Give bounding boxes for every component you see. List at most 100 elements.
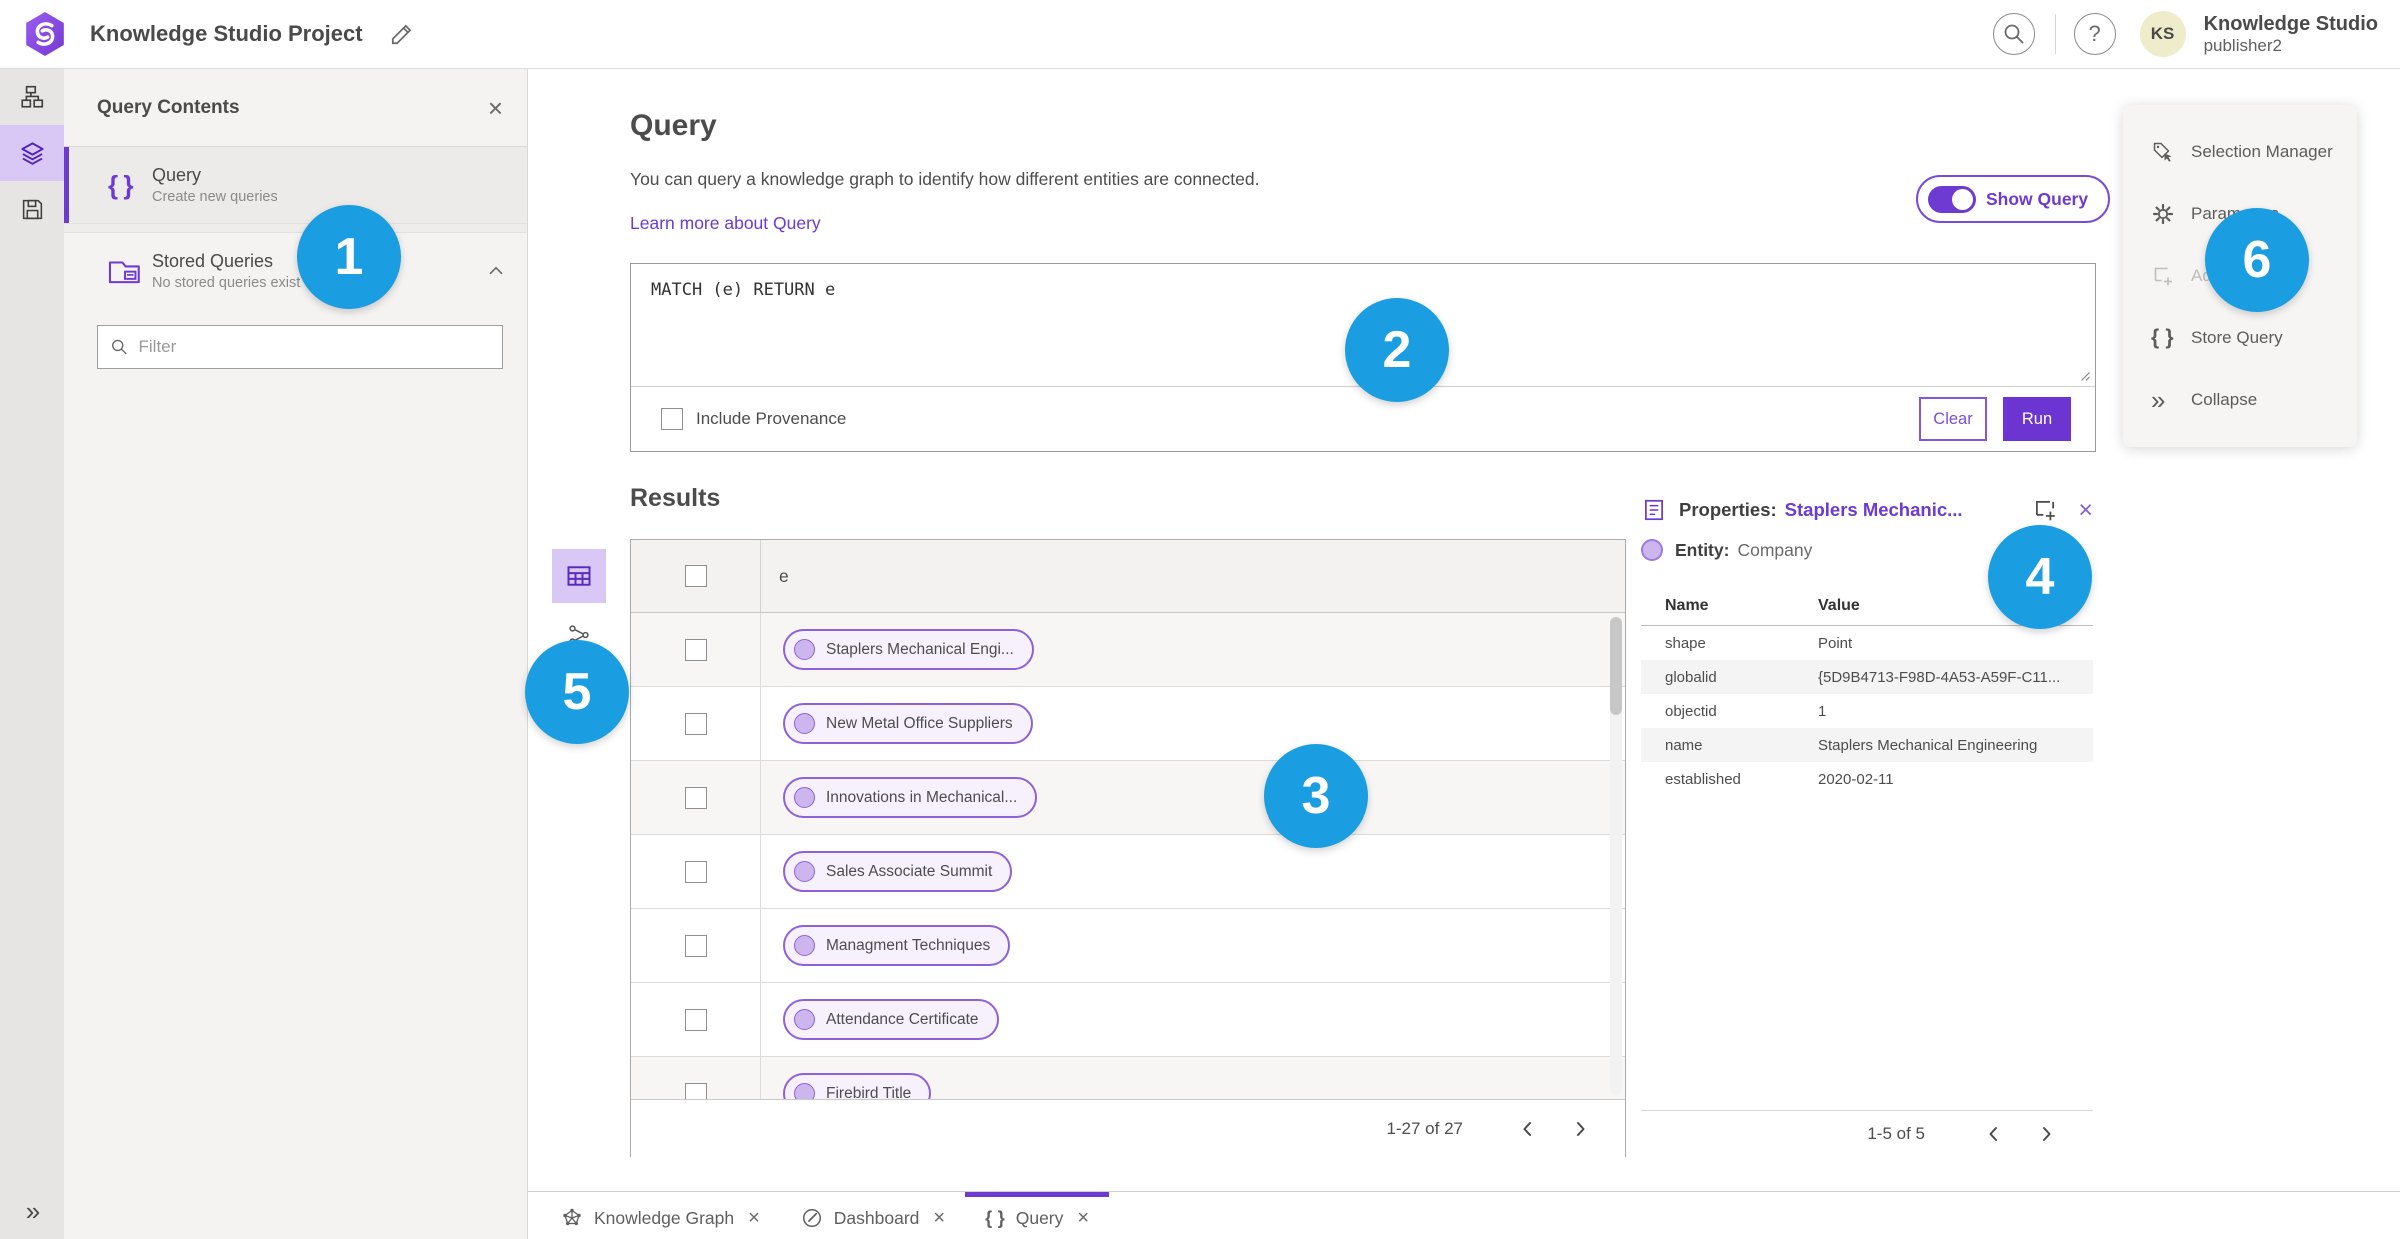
dashboard-icon: [802, 1208, 821, 1228]
entity-chip[interactable]: Innovations in Mechanical...: [783, 777, 1038, 818]
callout-badge-5: 5: [525, 640, 629, 744]
table-row: Firebird Title: [631, 1057, 1625, 1099]
chevron-right-icon: [1577, 1121, 1585, 1136]
search-button[interactable]: [1992, 13, 2035, 55]
prop-col-name: Name: [1665, 597, 1709, 614]
entity-chip[interactable]: Firebird Title: [783, 1073, 932, 1099]
braces-icon: { }: [985, 1207, 1006, 1228]
row-checkbox[interactable]: [684, 786, 707, 809]
entity-dot-icon: [794, 935, 815, 956]
close-panel-icon[interactable]: ×: [488, 95, 503, 121]
row-checkbox[interactable]: [684, 934, 707, 957]
results-range-text: 1-27 of 27: [1386, 1118, 1463, 1138]
row-checkbox[interactable]: [684, 1082, 707, 1099]
stored-queries-label: Stored Queries: [152, 251, 274, 271]
tab-query[interactable]: { } Query ×: [965, 1192, 1110, 1239]
save-icon: [22, 199, 42, 219]
results-prev-button[interactable]: [1511, 1112, 1545, 1146]
entity-chip[interactable]: New Metal Office Suppliers: [783, 703, 1033, 744]
contents-item-query[interactable]: { } Query Create new queries: [64, 147, 527, 223]
properties-pagination: 1-5 of 5: [1641, 1110, 2093, 1157]
close-tab-icon[interactable]: ×: [933, 1207, 945, 1230]
callout-badge-2: 2: [1345, 298, 1449, 402]
chevron-right-icon: [2043, 1127, 2051, 1141]
query-page-title: Query: [630, 109, 717, 142]
scrollbar-thumb[interactable]: [1610, 617, 1622, 715]
chevron-up-icon[interactable]: [485, 260, 507, 282]
menu-item-collapse[interactable]: » Collapse: [2123, 369, 2357, 431]
row-checkbox[interactable]: [684, 1008, 707, 1031]
include-provenance-checkbox[interactable]: [661, 408, 683, 430]
show-query-toggle[interactable]: Show Query: [1916, 175, 2111, 223]
menu-item-store-query[interactable]: { } Store Query: [2123, 307, 2357, 369]
results-next-button[interactable]: [1563, 1112, 1597, 1146]
learn-more-link[interactable]: Learn more about Query: [630, 213, 821, 234]
edit-title-icon[interactable]: [389, 21, 415, 47]
hierarchy-icon: [21, 85, 44, 108]
entity-dot-icon: [794, 787, 815, 808]
property-row: objectid 1: [1665, 702, 1827, 720]
property-row: established 2020-02-11: [1665, 770, 1894, 788]
resize-handle-icon[interactable]: [2079, 370, 2091, 382]
close-tab-icon[interactable]: ×: [1077, 1207, 1089, 1230]
search-icon: [2004, 24, 2023, 44]
entity-chip[interactable]: Sales Associate Summit: [783, 851, 1013, 892]
menu-item-selection-manager[interactable]: Selection Manager: [2123, 121, 2357, 183]
braces-icon: { }: [2151, 326, 2175, 349]
table-scrollbar[interactable]: [1610, 617, 1622, 1095]
chevron-left-icon: [1989, 1127, 1997, 1141]
contents-item-stored-queries[interactable]: Stored Queries No stored queries exist: [64, 233, 527, 309]
table-row: Innovations in Mechanical...: [631, 761, 1625, 835]
toggle-track: [1928, 185, 1976, 213]
query-item-description: Create new queries: [152, 189, 278, 205]
properties-entity-link[interactable]: Staplers Mechanic...: [1785, 499, 1963, 521]
braces-icon: { }: [108, 169, 134, 200]
close-tab-icon[interactable]: ×: [748, 1207, 760, 1230]
question-icon: ?: [2088, 21, 2101, 46]
include-provenance-label: Include Provenance: [696, 409, 847, 428]
chevron-left-icon: [1523, 1121, 1531, 1136]
select-all-checkbox[interactable]: [684, 565, 707, 587]
help-button[interactable]: ?: [2073, 13, 2116, 55]
double-chevron-right-icon: »: [2151, 385, 2165, 415]
query-description: You can query a knowledge graph to ident…: [630, 169, 1260, 189]
rail-layers-button[interactable]: [0, 125, 64, 181]
layers-icon: [20, 141, 44, 165]
rail-save-button[interactable]: [0, 181, 64, 237]
show-query-label: Show Query: [1986, 188, 2089, 209]
entity-chip[interactable]: Attendance Certificate: [783, 999, 999, 1040]
avatar[interactable]: KS: [2139, 11, 2186, 57]
property-row: globalid {5D9B4713-F98D-4A53-A59F-C11...: [1641, 660, 2093, 694]
filter-input[interactable]: [138, 337, 490, 357]
tab-dashboard[interactable]: Dashboard ×: [780, 1192, 965, 1239]
table-icon: [567, 566, 591, 586]
main-content: Query You can query a knowledge graph to…: [528, 69, 2400, 1239]
stored-queries-description: No stored queries exist: [152, 275, 301, 291]
row-checkbox[interactable]: [684, 638, 707, 661]
results-title: Results: [630, 484, 721, 512]
entity-chip[interactable]: Managment Techniques: [783, 925, 1011, 966]
close-properties-icon[interactable]: ×: [2078, 497, 2093, 523]
tab-label: Knowledge Graph: [594, 1207, 735, 1228]
header-divider: [2054, 14, 2056, 54]
tab-knowledge-graph[interactable]: Knowledge Graph ×: [540, 1192, 780, 1239]
run-button[interactable]: Run: [2003, 397, 2071, 441]
user-block[interactable]: Knowledge Studio publisher2: [2204, 12, 2378, 56]
row-checkbox[interactable]: [684, 712, 707, 735]
toggle-knob: [1952, 188, 1973, 210]
user-role: publisher2: [2203, 35, 2283, 55]
entity-dot-icon: [794, 639, 815, 660]
properties-prev-button[interactable]: [1977, 1117, 2011, 1151]
search-icon: [112, 339, 127, 355]
table-view-button[interactable]: [552, 549, 606, 603]
expand-rail-button[interactable]: »: [0, 1191, 64, 1231]
column-header-e: e: [779, 565, 789, 586]
app-logo-icon[interactable]: [24, 11, 66, 57]
callout-badge-4: 4: [1988, 525, 2092, 629]
clear-button[interactable]: Clear: [1919, 397, 1987, 441]
add-to-icon[interactable]: [2032, 497, 2058, 523]
rail-hierarchy-button[interactable]: [0, 69, 64, 125]
entity-chip[interactable]: Staplers Mechanical Engi...: [783, 629, 1034, 670]
row-checkbox[interactable]: [684, 860, 707, 883]
properties-next-button[interactable]: [2029, 1117, 2063, 1151]
